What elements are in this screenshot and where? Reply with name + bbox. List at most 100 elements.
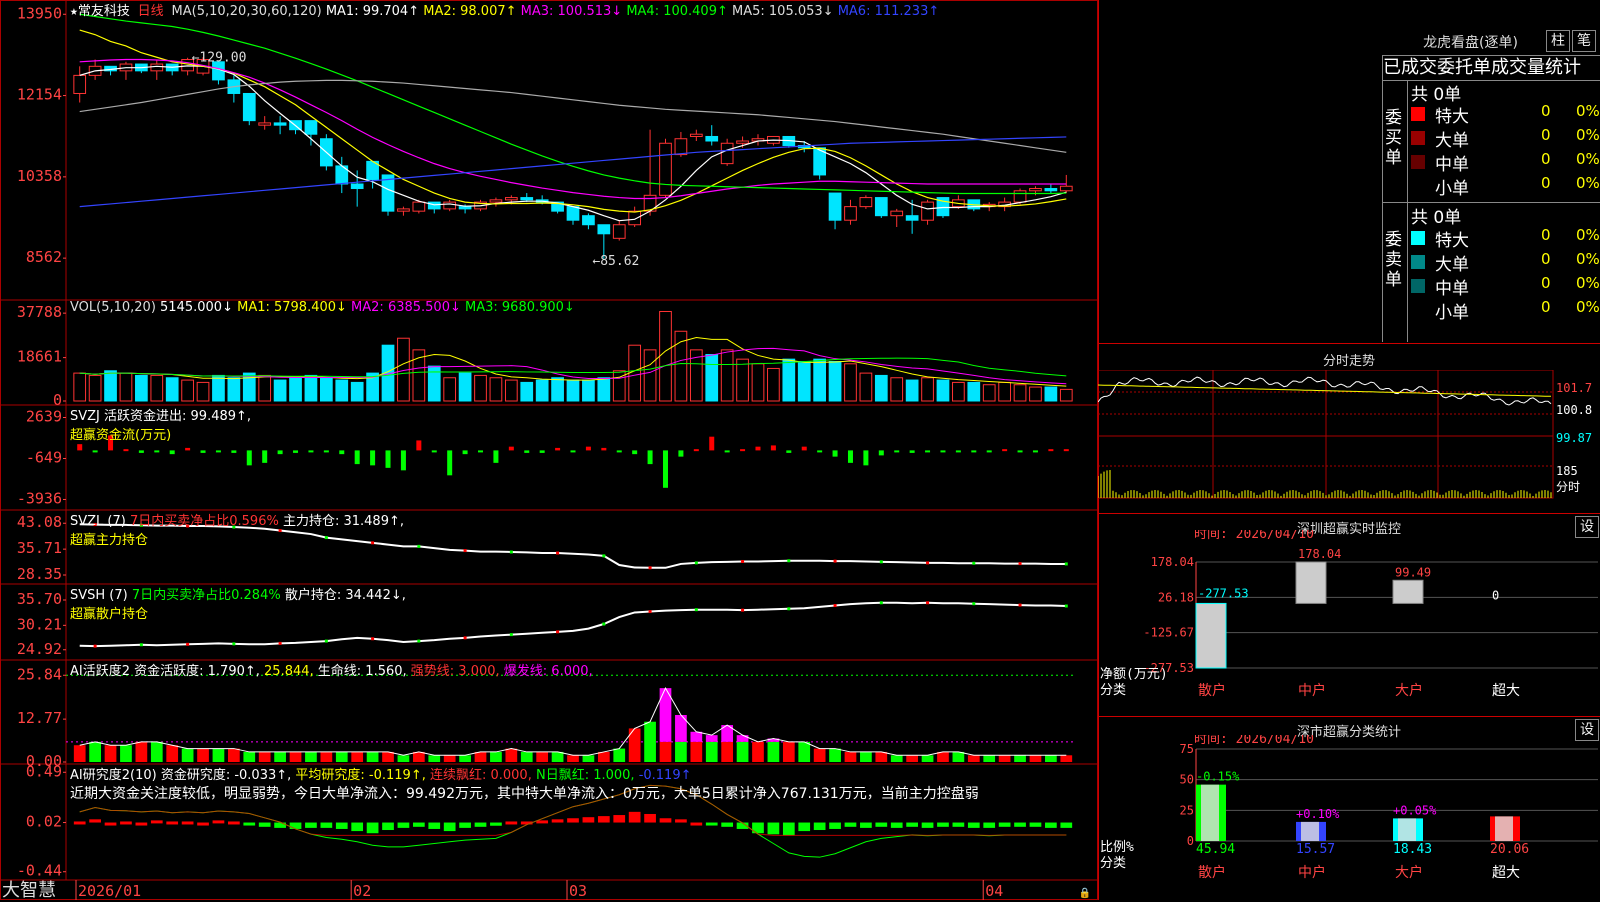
activity-bar xyxy=(860,751,872,762)
period-label[interactable]: 日线 xyxy=(138,4,164,19)
y-tick-label: 24.92 xyxy=(17,640,62,658)
activity-bar xyxy=(644,721,656,762)
x-tick-label: 03 xyxy=(569,882,587,900)
category-axis-label: 比例% xyxy=(1100,840,1134,855)
star-icon: ★ xyxy=(70,4,78,19)
volume-ma-line xyxy=(79,337,1067,387)
order-row: 特大 0 0% xyxy=(1411,102,1600,127)
activity-bar xyxy=(320,751,333,762)
header-item: 强势线: 3.000, xyxy=(406,664,500,679)
intraday-tick: 99.87 xyxy=(1556,431,1592,445)
research-bar xyxy=(628,811,641,823)
volume-bar xyxy=(659,310,672,402)
activity-bar xyxy=(474,751,487,762)
flow-bar xyxy=(678,450,684,457)
research-bar xyxy=(1060,822,1073,828)
research-bar xyxy=(166,821,179,825)
order-row: 小单 0 0% xyxy=(1411,298,1600,323)
volume-bar xyxy=(73,372,87,402)
volume-bar xyxy=(150,374,164,402)
trade-dot xyxy=(417,639,421,643)
research-bar xyxy=(135,822,148,826)
trade-dot xyxy=(93,644,97,648)
research-bar xyxy=(998,822,1011,827)
volume-bar xyxy=(767,367,780,402)
order-size-label: 小单 xyxy=(1435,179,1469,199)
order-pct: 0% xyxy=(1576,250,1600,268)
category-name: 散户 xyxy=(1198,864,1226,881)
ai-research-summary: 近期大资金关注度较低，明显弱势，今日大单净流入：99.492万元，其中特大单净流… xyxy=(70,786,979,802)
trade-dot xyxy=(1018,562,1022,566)
activity-bar xyxy=(212,748,225,762)
tab-filled[interactable]: 已成交 xyxy=(1383,57,1437,78)
flow-bar xyxy=(786,450,792,453)
flow-bar xyxy=(323,450,329,453)
flow-bar xyxy=(616,450,622,453)
research-bar xyxy=(120,821,132,825)
header-item: MA4: 100.409↑ xyxy=(622,4,728,19)
activity-bar xyxy=(1029,755,1042,762)
y-tick-label: 37788 xyxy=(17,303,62,321)
volume-bar xyxy=(921,377,934,402)
research-bar xyxy=(721,822,734,827)
trade-dot xyxy=(556,551,560,555)
candle-body xyxy=(905,215,919,221)
trade-dot xyxy=(186,642,190,646)
color-swatch xyxy=(1411,107,1425,121)
volume-bar xyxy=(474,374,487,402)
activity-bar xyxy=(752,741,764,762)
trade-dot xyxy=(1064,562,1068,566)
flow-bar xyxy=(138,450,144,453)
intraday-chart[interactable]: 101.7 100.8 99.87 185 分时 xyxy=(1098,370,1600,510)
trade-dot xyxy=(278,641,282,645)
research-bar xyxy=(505,821,518,825)
activity-bar xyxy=(582,755,595,762)
tab-orders[interactable]: 委托单 xyxy=(1437,57,1491,78)
bar-view-button[interactable]: 柱 xyxy=(1546,30,1570,52)
research-bar xyxy=(181,821,194,825)
volume-bar xyxy=(874,374,888,402)
category-tick: 75 xyxy=(1180,742,1194,756)
pen-view-button[interactable]: 笔 xyxy=(1572,30,1596,52)
trade-dot xyxy=(324,639,328,643)
category-tick: 25 xyxy=(1180,803,1194,817)
trade-dot xyxy=(602,554,606,558)
tab-volume-stats[interactable]: 成交量统计 xyxy=(1491,57,1581,78)
flow-bar xyxy=(77,444,83,451)
candle-body xyxy=(150,63,164,72)
svzl-header: SVZL (7) 7日内买卖净占比0.596% 主力持仓: 31.489↑, 超赢… xyxy=(70,510,404,548)
activity-bar xyxy=(305,751,317,762)
research-bar xyxy=(536,820,549,824)
research-bar xyxy=(690,822,703,826)
activity-bar xyxy=(813,748,826,762)
flow-bar xyxy=(416,440,422,451)
flow-bar xyxy=(1063,449,1069,452)
candle-body xyxy=(520,197,534,201)
volume-bar xyxy=(1013,384,1027,402)
header-item: SVSH (7) xyxy=(70,588,128,603)
flow-bar xyxy=(370,450,376,466)
activity-bar xyxy=(73,745,86,762)
research-bar xyxy=(289,822,302,829)
volume-bar xyxy=(1029,386,1042,402)
order-row: 中单 0 0% xyxy=(1411,150,1600,175)
candle-body xyxy=(736,140,749,144)
activity-bar xyxy=(1014,755,1026,762)
volume-bar xyxy=(304,374,318,402)
flow-bar xyxy=(832,450,838,457)
flow-bar xyxy=(123,449,129,452)
category-tick: 0 xyxy=(1187,834,1194,848)
intraday-tick: 185 xyxy=(1556,464,1578,478)
trade-dot xyxy=(648,610,652,614)
category-bar-shine xyxy=(1201,784,1219,841)
volume-bar xyxy=(443,377,457,402)
research-bar xyxy=(1029,822,1042,827)
header-item: 7日内买卖净占比0.284% xyxy=(127,588,281,603)
flow-bar xyxy=(601,447,607,451)
activity-bar xyxy=(875,751,888,762)
activity-bar xyxy=(490,751,502,762)
research-bar xyxy=(412,822,425,827)
candle-body xyxy=(427,201,441,210)
volume-bar xyxy=(643,349,657,402)
ma-line-ma4 xyxy=(79,13,1067,195)
